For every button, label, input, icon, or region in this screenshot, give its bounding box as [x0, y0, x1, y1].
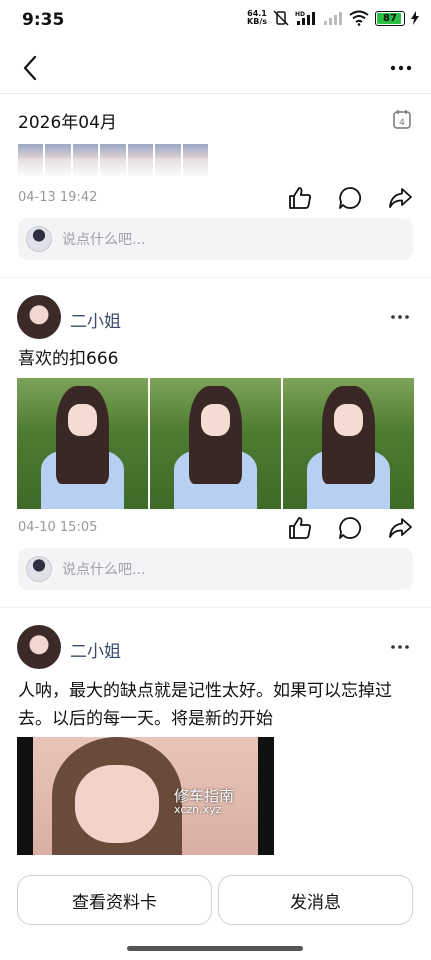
status-time: 9:35 [22, 10, 65, 30]
author-avatar[interactable] [17, 295, 61, 339]
battery-indicator: 87 [375, 10, 405, 26]
post-photo-2[interactable] [150, 378, 281, 509]
bottom-action-bar: 查看资料卡 发消息 [0, 865, 431, 960]
post-time: 04-13 19:42 [18, 190, 98, 205]
comment-button[interactable] [335, 513, 365, 543]
more-horizontal-icon [391, 315, 409, 319]
post-separator [0, 607, 431, 608]
author-name[interactable]: 二小姐 [70, 307, 121, 332]
share-button[interactable] [385, 513, 415, 543]
comment-placeholder: 说点什么吧... [62, 232, 146, 248]
video-watermark: 修车指南 [174, 787, 235, 805]
battery-level: 87 [383, 12, 397, 24]
post-actions [285, 183, 415, 213]
charging-icon [411, 11, 419, 25]
post-actions [285, 513, 415, 543]
video-watermark-sub: xczn.xyz [174, 803, 222, 816]
post-more-button[interactable] [385, 637, 415, 657]
share-button[interactable] [385, 183, 415, 213]
more-horizontal-icon [390, 65, 412, 71]
calendar-icon[interactable]: 4 [391, 108, 413, 130]
signal-weak-icon [324, 12, 342, 25]
more-options-button[interactable] [385, 52, 417, 84]
post-video-thumbnail[interactable]: 修车指南 xczn.xyz [17, 737, 274, 855]
comment-input[interactable]: 说点什么吧... [18, 548, 413, 590]
post-separator [0, 277, 431, 278]
post-text: 人呐，最大的缺点就是记性太好。如果可以忘掉过去。以后的每一天。将是新的开始 [18, 681, 392, 729]
my-avatar [26, 226, 52, 252]
comment-placeholder: 说点什么吧... [62, 562, 146, 578]
strip-fade [18, 158, 218, 180]
wifi-icon [349, 10, 369, 26]
share-icon [389, 188, 412, 208]
nav-bar [0, 44, 431, 92]
share-icon [389, 518, 412, 538]
comment-icon [339, 187, 362, 209]
thumbs-up-icon [289, 187, 311, 209]
view-profile-card-button[interactable]: 查看资料卡 [17, 875, 212, 925]
home-indicator[interactable] [127, 946, 303, 951]
my-avatar [26, 556, 52, 582]
hd-label: HD [295, 11, 305, 18]
nav-divider [0, 93, 431, 94]
comment-input[interactable]: 说点什么吧... [18, 218, 413, 260]
status-icons: 64.1 KB/s HD 87 [247, 10, 419, 26]
post-time: 04-10 15:05 [18, 520, 98, 535]
chevron-left-icon [23, 55, 37, 81]
like-button[interactable] [285, 513, 315, 543]
month-header: 2026年04月 [18, 113, 117, 133]
calendar-day: 4 [399, 118, 405, 128]
back-button[interactable] [14, 52, 46, 84]
like-button[interactable] [285, 183, 315, 213]
post-photo-1[interactable] [17, 378, 148, 509]
post-photo-3[interactable] [283, 378, 414, 509]
signal-hd-icon: HD [295, 11, 315, 25]
post-text: 喜欢的扣666 [18, 349, 119, 369]
comment-button[interactable] [335, 183, 365, 213]
more-horizontal-icon [391, 645, 409, 649]
thumbs-up-icon [289, 517, 311, 539]
author-avatar[interactable] [17, 625, 61, 669]
vibrate-off-icon [273, 10, 289, 26]
status-bar: 9:35 64.1 KB/s HD 87 [0, 0, 431, 40]
network-speed: 64.1 KB/s [247, 9, 267, 26]
send-message-button[interactable]: 发消息 [218, 875, 413, 925]
author-name[interactable]: 二小姐 [70, 637, 121, 662]
post-more-button[interactable] [385, 307, 415, 327]
comment-icon [339, 517, 362, 539]
